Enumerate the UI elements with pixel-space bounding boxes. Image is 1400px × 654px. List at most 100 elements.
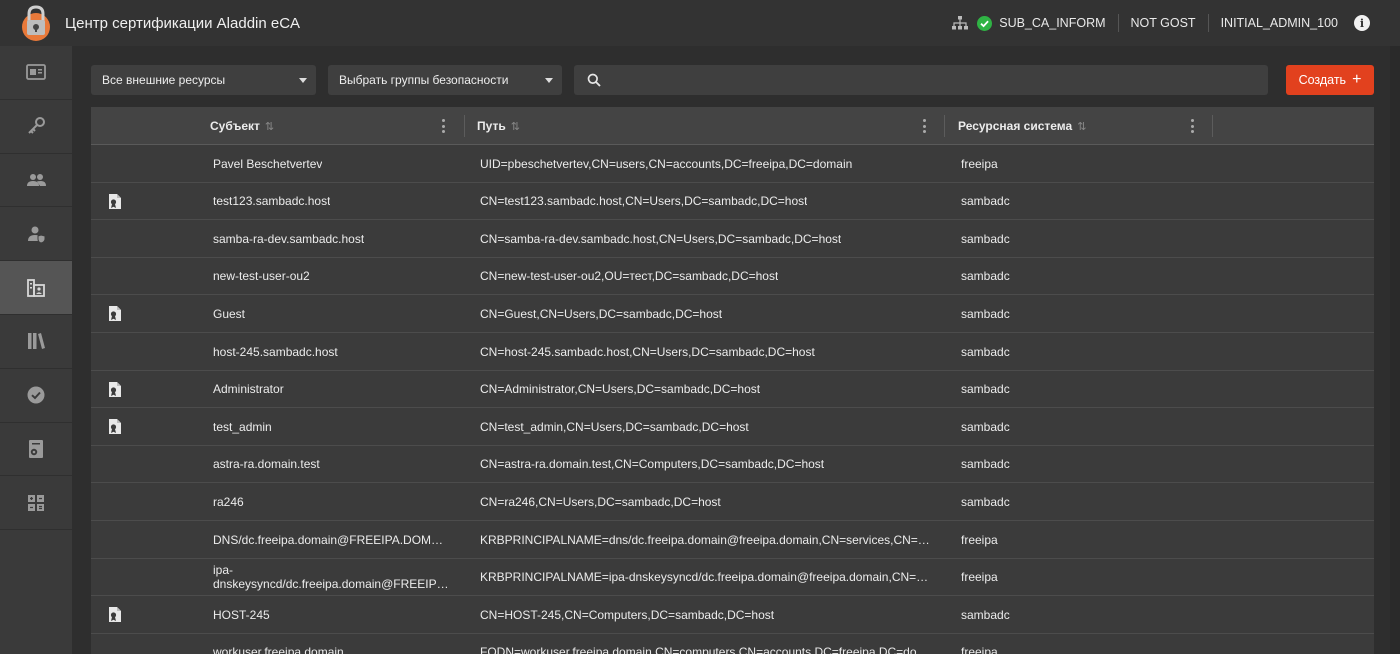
table-row[interactable]: Administrator CN=Administrator,CN=Users,D… [91,371,1374,409]
resource-system-cell-text: freeipa [961,645,998,654]
header-status-area: SUB_CA_INFORM NOT GOST INITIAL_ADMIN_100… [939,0,1400,46]
path-cell: CN=test_admin,CN=Users,DC=sambadc,DC=hos… [480,408,935,445]
table-row[interactable]: new-test-user-ou2 CN=new-test-user-ou2,OU… [91,258,1374,296]
subject-cell-text: test_admin [213,419,272,434]
subject-cell-text: Pavel Beschetvertev [213,156,323,171]
plus-icon: + [1352,71,1362,88]
subject-cell: ra246 [213,483,448,520]
sidebar-item-roles[interactable] [0,207,72,262]
resource-system-cell-text: sambadc [961,494,1010,509]
column-menu-icon[interactable] [442,118,446,134]
table-row[interactable]: samba-ra-dev.sambadc.host CN=samba-ra-dev… [91,220,1374,258]
subject-cell: test_admin [213,408,448,445]
certificate-document-icon [109,607,121,623]
subject-cell: workuser.freeipa.domain [213,634,448,654]
sidebar-item-resource-subjects[interactable] [0,261,72,315]
sort-icon[interactable]: ⇅ [265,120,274,133]
search-box [574,65,1268,95]
column-header-path[interactable]: Путь ⇅ [477,107,520,145]
resource-system-cell-text: freeipa [961,532,998,547]
table-row[interactable]: HOST-245 CN=HOST-245,CN=Computers,DC=samb… [91,596,1374,634]
resource-system-cell: freeipa [961,559,1161,596]
table-row[interactable]: Guest CN=Guest,CN=Users,DC=sambadc,DC=hos… [91,295,1374,333]
sidebar-item-reports[interactable] [0,476,72,531]
create-button-label: Создать [1298,73,1347,87]
column-title: Путь [477,119,506,133]
search-input[interactable] [608,65,1248,95]
resource-system-cell: sambadc [961,220,1161,257]
table-row[interactable]: astra-ra.domain.test CN=astra-ra.domain.t… [91,446,1374,484]
resource-system-cell: sambadc [961,596,1161,633]
sidebar-item-certificates[interactable] [0,46,72,100]
top-bar: Центр сертификации Aladdin eCA SUB_CA_IN… [0,0,1400,46]
table-row[interactable]: test123.sambadc.host CN=test123.sambadc.h… [91,183,1374,221]
sidebar-item-library[interactable] [0,315,72,369]
column-header-subject[interactable]: Субъект ⇅ [210,107,274,145]
table-row[interactable]: Pavel Beschetvertev UID=pbeschetvertev,CN… [91,145,1374,183]
security-groups-select[interactable]: Выбрать группы безопасности [328,65,562,95]
table-row[interactable]: test_admin CN=test_admin,CN=Users,DC=samb… [91,408,1374,446]
subject-cell-text: workuser.freeipa.domain [213,645,344,654]
path-cell-text: UID=pbeschetvertev,CN=users,CN=accounts,… [480,156,853,171]
path-cell: UID=pbeschetvertev,CN=users,CN=accounts,… [480,145,935,182]
sidebar-item-approvals[interactable] [0,369,72,423]
create-button[interactable]: Создать + [1286,65,1374,95]
path-cell-text: CN=host-245.sambadc.host,CN=Users,DC=sam… [480,344,815,359]
sidebar-item-keys[interactable] [0,100,72,154]
path-cell-text: CN=astra-ra.domain.test,CN=Computers,DC=… [480,457,825,472]
path-cell-text: CN=samba-ra-dev.sambadc.host,CN=Users,DC… [480,231,842,246]
ca-selector[interactable]: SUB_CA_INFORM [939,0,1117,46]
subject-cell: Administrator [213,371,448,408]
column-menu-icon[interactable] [923,118,927,134]
resource-system-cell: sambadc [961,446,1161,483]
path-cell: CN=Administrator,CN=Users,DC=sambadc,DC=… [480,371,935,408]
sort-icon[interactable]: ⇅ [511,120,520,133]
subject-cell: new-test-user-ou2 [213,258,448,295]
path-cell: KRBPRINCIPALNAME=dns/dc.freeipa.domain@f… [480,521,935,558]
page-scrollbar[interactable] [1390,46,1400,654]
sidebar-item-users[interactable] [0,154,72,208]
path-cell: CN=astra-ra.domain.test,CN=Computers,DC=… [480,446,935,483]
column-divider[interactable] [944,115,945,137]
column-divider[interactable] [1212,115,1213,137]
sidebar-item-templates[interactable] [0,423,72,477]
path-cell-text: KRBPRINCIPALNAME=dns/dc.freeipa.domain@f… [480,532,930,547]
path-cell-text: CN=Administrator,CN=Users,DC=sambadc,DC=… [480,382,761,397]
resource-system-cell-text: sambadc [961,382,1010,397]
table-row[interactable]: host-245.sambadc.host CN=host-245.sambadc… [91,333,1374,371]
subject-cell: Pavel Beschetvertev [213,145,448,182]
chevron-down-icon [545,78,553,83]
sort-icon[interactable]: ⇅ [1077,120,1086,133]
column-header-resource-system[interactable]: Ресурсная система ⇅ [958,107,1086,145]
hierarchy-icon [952,16,969,30]
current-user[interactable]: INITIAL_ADMIN_100 [1209,0,1350,46]
resource-system-cell: freeipa [961,634,1161,654]
table-header: Субъект ⇅ Путь ⇅ Ресурсная система ⇅ [91,107,1374,145]
subject-cell-text: Administrator [213,382,284,397]
resource-subjects-table: Субъект ⇅ Путь ⇅ Ресурсная система ⇅ Pav… [91,107,1374,654]
aladdin-logo[interactable] [16,3,56,43]
resource-system-cell-text: sambadc [961,344,1010,359]
path-cell: CN=ra246,CN=Users,DC=sambadc,DC=host [480,483,935,520]
path-cell-text: CN=ra246,CN=Users,DC=sambadc,DC=host [480,494,721,509]
path-cell: CN=new-test-user-ou2,OU=тест,DC=sambadc,… [480,258,935,295]
table-row[interactable]: ipa-dnskeysyncd/dc.freeipa.domain@FREEIP… [91,559,1374,597]
books-icon [28,333,45,350]
certificate-card-icon [26,64,46,81]
resource-system-cell: sambadc [961,295,1161,332]
certificate-document-icon [109,306,121,322]
info-icon[interactable]: i [1354,15,1370,31]
resource-system-cell: sambadc [961,333,1161,370]
subject-cell: samba-ra-dev.sambadc.host [213,220,448,257]
resource-system-cell: freeipa [961,521,1161,558]
column-divider[interactable] [464,115,465,137]
certificate-document-icon [109,193,121,209]
table-row[interactable]: workuser.freeipa.domain FQDN=workuser.fre… [91,634,1374,654]
column-menu-icon[interactable] [1191,118,1195,134]
table-row[interactable]: DNS/dc.freeipa.domain@FREEIPA.DOM… KRBPRI… [91,521,1374,559]
resources-filter-select[interactable]: Все внешние ресурсы [91,65,316,95]
subject-cell: ipa-dnskeysyncd/dc.freeipa.domain@FREEIP… [213,559,448,596]
subject-cell-text: Guest [213,306,246,321]
subject-cell: astra-ra.domain.test [213,446,448,483]
table-row[interactable]: ra246 CN=ra246,CN=Users,DC=sambadc,DC=hos… [91,483,1374,521]
